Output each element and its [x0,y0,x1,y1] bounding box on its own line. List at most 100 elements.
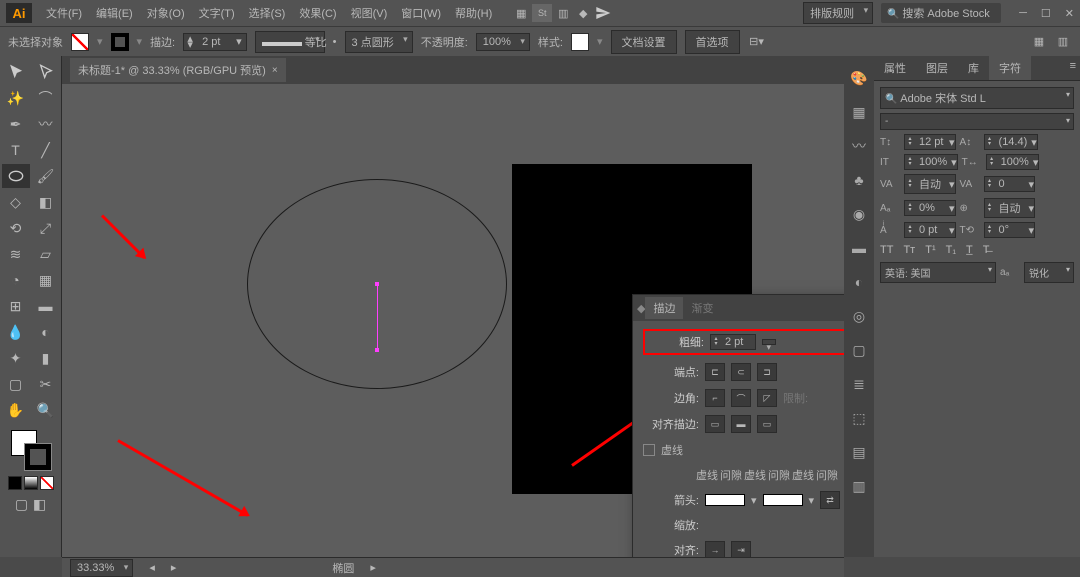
font-size-stepper[interactable]: ▴▾12 pt▾ [904,134,956,150]
font-style-dropdown[interactable]: - [880,113,1074,130]
stroke-weight-stepper[interactable]: ▴▾2 pt▾ [183,33,247,51]
slice-tool[interactable]: ✂ [32,372,60,396]
line-tool[interactable]: ╱ [32,138,60,162]
prefs-button[interactable]: 首选项 [685,30,740,54]
weight-stepper[interactable]: ▴▾2 pt [710,334,756,350]
subscript-button[interactable]: T₁ [946,244,956,256]
stroke-panel-icon[interactable]: ◉ [849,204,869,224]
tab-stroke[interactable]: 描边 [645,297,683,319]
swap-arrows[interactable]: ⇄ [820,491,840,509]
graph-tool[interactable]: ▮ [32,346,60,370]
mesh-tool[interactable]: ⊞ [2,294,30,318]
menu-select[interactable]: 选择(S) [243,1,292,25]
transparency-panel-icon[interactable]: ◐ [849,272,869,292]
menu-file[interactable]: 文件(F) [40,1,88,25]
fill-stroke-control[interactable] [11,430,51,470]
panel-toggle-2[interactable]: ▥ [1054,33,1072,51]
canvas[interactable]: ◆ 描边 渐变 ▸▸ ≡ 粗细: ▴▾2 pt 端点: [62,84,844,557]
font-family-dropdown[interactable]: 🔍 Adobe 宋体 Std L [880,87,1074,109]
panel-toggle-1[interactable]: ▦ [1030,33,1048,51]
menu-effect[interactable]: 效果(C) [293,1,342,25]
ellipse-tool[interactable] [2,164,30,188]
gradient-panel-icon[interactable]: ▬ [849,238,869,258]
opacity-dropdown[interactable]: 100% [476,33,530,51]
symbol-sprayer-tool[interactable]: ✦ [2,346,30,370]
tab-close-icon[interactable]: × [272,65,278,76]
hscale-stepper[interactable]: ▴▾100%▾ [986,154,1040,170]
menu-window[interactable]: 窗口(W) [395,1,447,25]
align-outside[interactable]: ▭ [757,415,777,433]
artboard-tool[interactable]: ▢ [2,372,30,396]
perspective-tool[interactable]: ▦ [32,268,60,292]
zoom-dropdown[interactable]: 33.33% [70,559,133,577]
align-inside[interactable]: ▬ [731,415,751,433]
language-dropdown[interactable]: 英语: 美国 [880,262,996,283]
menu-object[interactable]: 对象(O) [141,1,191,25]
gradient-mode[interactable] [24,476,38,490]
arrow-end[interactable] [763,494,803,506]
tab-libraries[interactable]: 库 [958,56,989,80]
antialias-dropdown[interactable]: 锐化 [1024,262,1074,283]
menu-view[interactable]: 视图(V) [345,1,394,25]
screen-mode[interactable]: ▢ [14,496,30,512]
selection-tool[interactable] [2,60,30,84]
cap-round[interactable]: ⊂ [731,363,751,381]
menu-edit[interactable]: 编辑(E) [90,1,139,25]
symbols-panel-icon[interactable]: ♣ [849,170,869,190]
stroke-profile-dropdown[interactable]: 等比 [255,31,325,53]
kerning-stepper[interactable]: ▴▾自动▾ [904,174,956,194]
shift-stepper[interactable]: ▴▾0 pt▾ [904,222,956,238]
dashed-checkbox[interactable] [643,444,655,456]
document-tab[interactable]: 未标题-1* @ 33.33% (RGB/GPU 预览) × [70,58,286,82]
layout-rules-dropdown[interactable]: 排版规则 [803,2,873,24]
arrange-icon[interactable]: ▥ [554,4,572,22]
stroke-color[interactable] [25,444,51,470]
baseline2-stepper[interactable]: ▴▾自动▾ [984,198,1036,218]
direct-selection-tool[interactable] [32,60,60,84]
weight-dropdown[interactable] [762,339,776,345]
strikethrough-button[interactable]: T̶ [983,244,990,256]
swatches-panel-icon[interactable]: ▦ [849,102,869,122]
gradient-tool[interactable]: ▬ [32,294,60,318]
libraries-panel-icon[interactable]: ▥ [849,476,869,496]
align-center[interactable]: ▭ [705,415,725,433]
artboard-nav-next[interactable]: ▸ [171,561,177,574]
curvature-tool[interactable]: 〰 [32,112,60,136]
stroke-swatch[interactable] [111,33,129,51]
rotate-tool[interactable]: ⟲ [2,216,30,240]
eyedropper-tool[interactable]: 💧 [2,320,30,344]
corner-miter[interactable]: ⌐ [705,389,725,407]
search-stock[interactable]: 🔍 搜索 Adobe Stock [881,3,1001,23]
brushes-panel-icon[interactable]: 〰 [849,136,869,156]
tab-character[interactable]: 字符 [989,56,1031,80]
gpu-icon[interactable]: ◆ [574,4,592,22]
style-swatch[interactable] [571,33,589,51]
stock-icon[interactable]: St [532,4,552,22]
none-mode[interactable] [40,476,54,490]
tab-gradient[interactable]: 渐变 [683,297,721,319]
pen-tool[interactable]: ✒ [2,112,30,136]
panel-menu-icon[interactable]: ≡ [1066,56,1080,80]
corner-bevel[interactable]: ◸ [757,389,777,407]
color-mode[interactable] [8,476,22,490]
color-panel-icon[interactable]: 🎨 [849,68,869,88]
shape-builder-tool[interactable]: ◔ [2,268,30,292]
tab-properties[interactable]: 属性 [874,56,916,80]
maximize-button[interactable]: ☐ [1041,7,1051,20]
artboard-nav-prev[interactable]: ◂ [149,561,155,574]
graphic-styles-icon[interactable]: ▢ [849,340,869,360]
baseline-stepper[interactable]: ▴▾0%▾ [904,200,956,216]
cap-projecting[interactable]: ⊐ [757,363,777,381]
smallcaps-button[interactable]: Tᴛ [903,244,915,256]
minimize-button[interactable]: ─ [1019,7,1027,20]
underline-button[interactable]: T̲ [966,244,973,256]
paintbrush-tool[interactable]: 🖌 [32,164,60,188]
allcaps-button[interactable]: TT [880,244,893,256]
blend-tool[interactable]: ◐ [32,320,60,344]
artboards-panel-icon[interactable]: ▤ [849,442,869,462]
hand-tool[interactable]: ✋ [2,398,30,422]
menu-type[interactable]: 文字(T) [193,1,241,25]
doc-setup-button[interactable]: 文档设置 [611,30,677,54]
close-button[interactable]: ✕ [1065,7,1074,20]
free-transform-tool[interactable]: ▱ [32,242,60,266]
